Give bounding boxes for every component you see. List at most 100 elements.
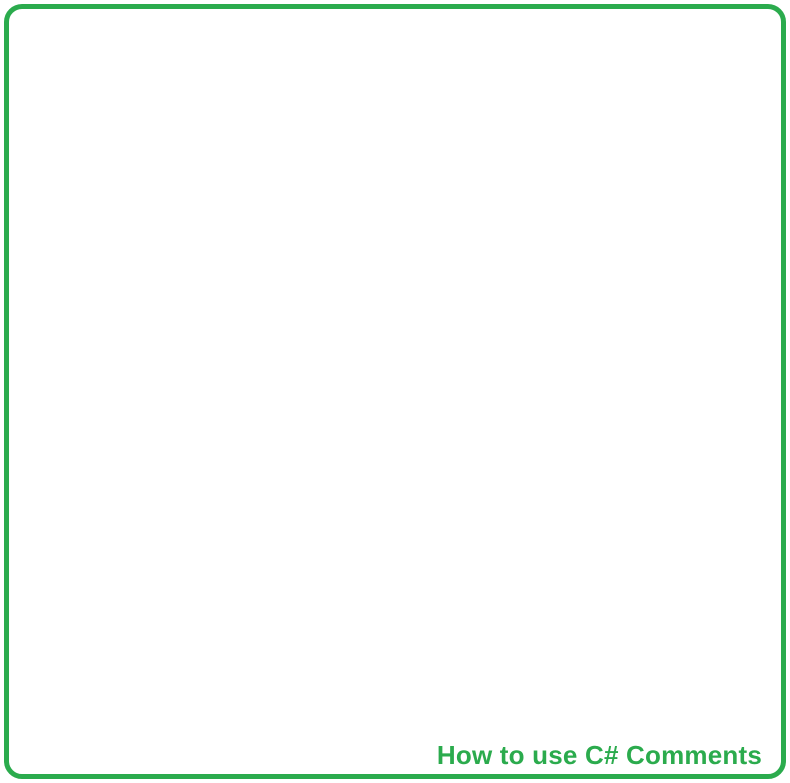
code-token-plain: ,: [445, 240, 460, 254]
outline-tick-1: [46, 741, 54, 742]
code-editor-surface[interactable]: 0 references 0 references using System; na…: [9, 9, 781, 774]
code-line-14[interactable]: // Initializing 3D Array: [107, 288, 273, 304]
code-line-30[interactable]: // Foor Loop code starts here: [107, 580, 308, 596]
code-token-unused: args: [262, 144, 290, 159]
outline-tick-5: [46, 444, 52, 445]
code-token-plain: { 1, 2, 3 },: [415, 340, 499, 354]
code-token-str: "six": [459, 240, 494, 254]
code-line-22[interactable]: { 0, 1, 2 }: [415, 421, 491, 437]
code-line-33[interactable]: for (int i = 0; i < 4; i++): [107, 628, 294, 644]
code-line-4[interactable]: {: [57, 114, 64, 130]
code-line-7[interactable]: // Initializing 2D Array: [107, 175, 273, 191]
code-token-str: "five": [403, 240, 446, 254]
code-line-8[interactable]: string[,] TEPArray1 = new string[4, 2] {: [107, 191, 384, 207]
codelens-references-1[interactable]: 0 references: [82, 128, 135, 140]
code-token-kw: for: [107, 629, 128, 643]
code-token-str: "2DArray[0][1] : ": [231, 532, 357, 546]
code-line-25[interactable]: // Accessing array elements: [107, 483, 294, 499]
code-line-39[interactable]: }: [28, 754, 35, 770]
code-token-plain: {: [390, 208, 404, 222]
indent-guide-4: [232, 200, 233, 470]
code-token-plain: ): [289, 144, 297, 158]
code-line-0[interactable]: using System;: [26, 17, 116, 33]
code-token-kw: int: [107, 305, 128, 319]
code-token-plain: (: [127, 629, 142, 643]
collapse-toggle-1[interactable]: [16, 98, 27, 109]
code-line-18[interactable]: { 4, 5, 6 }: [415, 355, 491, 371]
code-token-plain: .WriteLine(: [155, 532, 232, 546]
code-token-plain: .WriteLine(: [155, 516, 232, 530]
indent-guide-1: [60, 91, 61, 745]
code-token-type: Console: [107, 613, 156, 627]
code-token-plain: { 0, 1, 2 }: [415, 422, 492, 436]
code-token-plain: TEPProject: [83, 53, 160, 67]
code-token-plain: {: [390, 256, 404, 270]
code-line-12[interactable]: { "seven", "eight" }: [390, 255, 529, 271]
code-line-35[interactable]: Console.Write(TEPArray1[i, j] + " ");: [165, 660, 421, 676]
code-line-28[interactable]: Console.WriteLine("2DArray[0][1] : " + T…: [107, 531, 744, 547]
code-line-31[interactable]: Console.WriteLine("\n\n");: [107, 596, 287, 612]
code-token-plain: .WriteLine(: [155, 613, 232, 627]
code-token-plain: j = 0; j < 2; j++): [195, 645, 327, 659]
code-token-plain: };: [370, 455, 384, 469]
code-line-2[interactable]: {: [28, 68, 35, 84]
code-line-36[interactable]: // Code Ends Here: [107, 689, 225, 705]
outline-line-0: [21, 62, 22, 762]
collapse-toggle-2[interactable]: [16, 143, 27, 154]
code-line-10[interactable]: { "three", "four" },: [390, 223, 529, 239]
code-token-plain: System;: [60, 18, 117, 32]
code-token-str: ": [584, 500, 592, 514]
code-token-plain: { 4, 5, 6 }: [415, 356, 492, 370]
code-token-plain: + TEPArray1[0, 0]);: [356, 516, 502, 530]
code-line-6[interactable]: {: [82, 159, 89, 175]
code-token-plain: );: [273, 597, 288, 611]
code-token-kw: new: [259, 192, 281, 206]
code-line-17[interactable]: { 1, 2, 3 },: [415, 339, 498, 355]
code-line-21[interactable]: { 7, 8, 9 },: [415, 405, 498, 421]
code-token-plain: ,: [452, 256, 467, 270]
code-line-37[interactable]: }: [82, 721, 89, 737]
code-line-15[interactable]: int[,,] TEPArray2 = new int[2, 2, 3] {: [107, 304, 370, 320]
code-token-plain: [,,]: [127, 305, 163, 319]
code-line-5[interactable]: static void Main(string[] args): [82, 143, 297, 159]
code-token-brace: }: [57, 739, 64, 753]
code-token-plain: },: [390, 373, 404, 387]
code-token-plain: );: [591, 500, 606, 514]
code-token-str: "four": [466, 224, 508, 238]
code-line-24[interactable]: };: [370, 454, 384, 470]
code-line-3[interactable]: class Program: [57, 98, 147, 114]
collapse-toggle-6[interactable]: [16, 388, 27, 399]
code-line-9[interactable]: { "one", "two" },: [390, 207, 508, 223]
outline-tick-6: [46, 462, 52, 463]
code-token-kw: string: [199, 144, 242, 158]
collapse-toggle-5[interactable]: [16, 322, 27, 333]
code-line-11[interactable]: { "five", "six" },: [390, 239, 515, 255]
outline-tick-4: [46, 381, 52, 382]
code-line-16[interactable]: {: [390, 321, 397, 337]
code-token-str: \n: [570, 500, 585, 514]
code-line-1[interactable]: namespace TEPProject: [21, 52, 159, 68]
code-token-kw: for: [140, 645, 161, 659]
code-token-plain: };: [370, 273, 384, 287]
code-line-32[interactable]: Console.WriteLine("For Loop:");: [107, 612, 322, 628]
code-token-kw: new: [245, 305, 267, 319]
code-line-23[interactable]: }: [390, 438, 397, 454]
code-line-34[interactable]: for (int j = 0; j < 2; j++): [140, 644, 327, 660]
code-line-27[interactable]: Console.WriteLine("2DArray[0][0] : " + T…: [107, 515, 744, 531]
code-token-plain: ,: [438, 208, 453, 222]
code-line-38[interactable]: }: [57, 738, 64, 754]
code-line-13[interactable]: };: [370, 272, 384, 288]
code-token-plain: [4, 2] {: [328, 192, 384, 206]
code-line-26[interactable]: Console.WriteLine("Code Designed by www.…: [107, 499, 606, 515]
code-line-20[interactable]: {: [390, 388, 397, 404]
code-line-19[interactable]: },: [390, 372, 404, 388]
collapse-toggle-4[interactable]: [16, 305, 27, 316]
code-token-type: Console: [165, 661, 214, 675]
code-line-29[interactable]: Console.WriteLine("2DArray[1][1] : " + T…: [107, 547, 744, 563]
codelens-references-0[interactable]: 0 references: [57, 83, 110, 95]
code-token-str: "one": [403, 208, 439, 222]
collapse-toggle-3[interactable]: [16, 189, 27, 200]
code-token-str: "two": [452, 208, 487, 222]
indent-guide-2: [85, 137, 86, 729]
code-token-plain: },: [486, 208, 508, 222]
